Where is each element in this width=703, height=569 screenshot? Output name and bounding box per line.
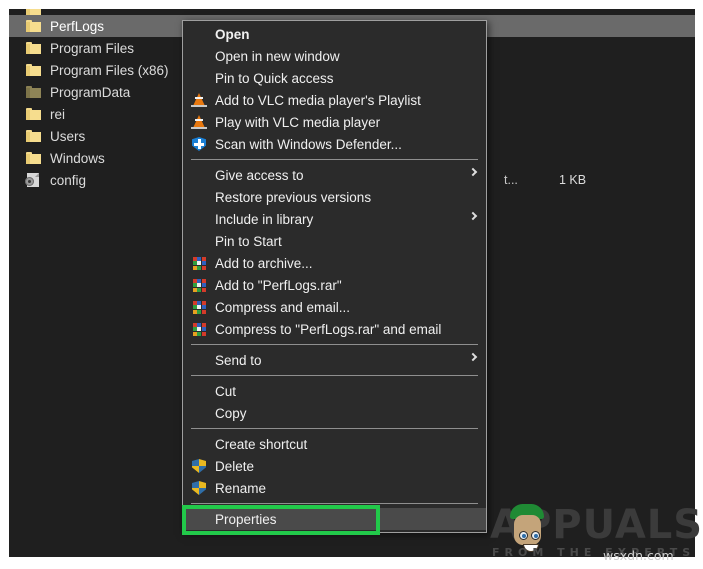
context-menu[interactable]: Open Open in new window Pin to Quick acces… (182, 20, 487, 533)
menu-item-add-to-perflogs-rar[interactable]: Add to "PerfLogs.rar" (183, 274, 486, 296)
file-name: rei (50, 106, 66, 122)
folder-icon (25, 106, 42, 122)
menu-item-send-to[interactable]: Send to (183, 349, 486, 371)
menu-separator (191, 344, 478, 345)
file-type: t... (504, 173, 518, 187)
menu-item-label: Play with VLC media player (215, 114, 381, 130)
menu-item-label: Restore previous versions (215, 189, 372, 205)
winrar-icon (191, 277, 207, 293)
menu-item-properties[interactable]: Properties (183, 508, 486, 530)
winrar-icon (191, 321, 207, 337)
menu-item-compress-and-email[interactable]: Compress and email... (183, 296, 486, 318)
menu-item-label: Give access to (215, 167, 304, 183)
menu-item-label: Pin to Start (215, 233, 282, 249)
menu-item-open[interactable]: Open (183, 23, 486, 45)
menu-item-label: Send to (215, 352, 262, 368)
menu-item-label: Cut (215, 383, 237, 399)
menu-separator (191, 159, 478, 160)
menu-item-rename[interactable]: Rename (183, 477, 486, 499)
file-name: PerfLogs (50, 18, 105, 34)
menu-separator (191, 375, 478, 376)
menu-item-compress-to-perflogs-rar-and-email[interactable]: Compress to "PerfLogs.rar" and email (183, 318, 486, 340)
menu-item-label: Scan with Windows Defender... (215, 136, 402, 152)
menu-item-scan-with-windows-defender[interactable]: Scan with Windows Defender... (183, 133, 486, 155)
menu-item-add-to-vlc-media-player-s-playlist[interactable]: Add to VLC media player's Playlist (183, 89, 486, 111)
menu-item-pin-to-start[interactable]: Pin to Start (183, 230, 486, 252)
file-name: Program Files (x86) (50, 62, 169, 78)
menu-separator (191, 428, 478, 429)
winrar-icon (191, 255, 207, 271)
menu-item-label: Open in new window (215, 48, 340, 64)
menu-item-label: Rename (215, 480, 267, 496)
file-name: Users (50, 128, 86, 144)
menu-item-include-in-library[interactable]: Include in library (183, 208, 486, 230)
menu-item-add-to-archive[interactable]: Add to archive... (183, 252, 486, 274)
menu-separator (191, 503, 478, 504)
folder-icon (25, 150, 42, 166)
menu-item-label: Open (215, 26, 250, 42)
vlc-icon (191, 92, 207, 108)
menu-item-give-access-to[interactable]: Give access to (183, 164, 486, 186)
file-name: Program Files (50, 40, 135, 56)
menu-item-play-with-vlc-media-player[interactable]: Play with VLC media player (183, 111, 486, 133)
menu-item-pin-to-quick-access[interactable]: Pin to Quick access (183, 67, 486, 89)
vlc-icon (191, 114, 207, 130)
menu-item-label: Delete (215, 458, 255, 474)
folder-icon (25, 128, 42, 144)
file-size: 1 KB (559, 173, 587, 187)
chevron-right-icon (468, 352, 478, 362)
folder-icon (25, 40, 42, 56)
menu-item-label: Compress to "PerfLogs.rar" and email (215, 321, 442, 337)
screenshot-root: PerfLogs9/15/2018 12:33 PMFile folderPro… (0, 0, 703, 569)
menu-item-open-in-new-window[interactable]: Open in new window (183, 45, 486, 67)
menu-item-cut[interactable]: Cut (183, 380, 486, 402)
windows-defender-icon (191, 136, 207, 152)
menu-item-restore-previous-versions[interactable]: Restore previous versions (183, 186, 486, 208)
menu-item-label: Add to "PerfLogs.rar" (215, 277, 342, 293)
menu-item-label: Include in library (215, 211, 314, 227)
uac-shield-icon (191, 480, 207, 496)
menu-item-copy[interactable]: Copy (183, 402, 486, 424)
menu-item-label: Add to VLC media player's Playlist (215, 92, 421, 108)
file-name: Windows (50, 150, 105, 166)
winrar-icon (191, 299, 207, 315)
chevron-right-icon (468, 211, 478, 221)
menu-item-label: Compress and email... (215, 299, 351, 315)
folder-icon (25, 62, 42, 78)
menu-item-label: Add to archive... (215, 255, 313, 271)
folder-icon (25, 84, 42, 100)
menu-item-label: Pin to Quick access (215, 70, 334, 86)
file-name: config (50, 172, 87, 188)
chevron-right-icon (468, 167, 478, 177)
menu-item-label: Copy (215, 405, 247, 421)
file-name: ProgramData (50, 84, 131, 100)
menu-item-label: Create shortcut (215, 436, 308, 452)
menu-item-create-shortcut[interactable]: Create shortcut (183, 433, 486, 455)
menu-item-label: Properties (215, 511, 277, 527)
menu-item-delete[interactable]: Delete (183, 455, 486, 477)
uac-shield-icon (191, 458, 207, 474)
config-file-icon (25, 172, 42, 188)
folder-icon (25, 18, 42, 34)
